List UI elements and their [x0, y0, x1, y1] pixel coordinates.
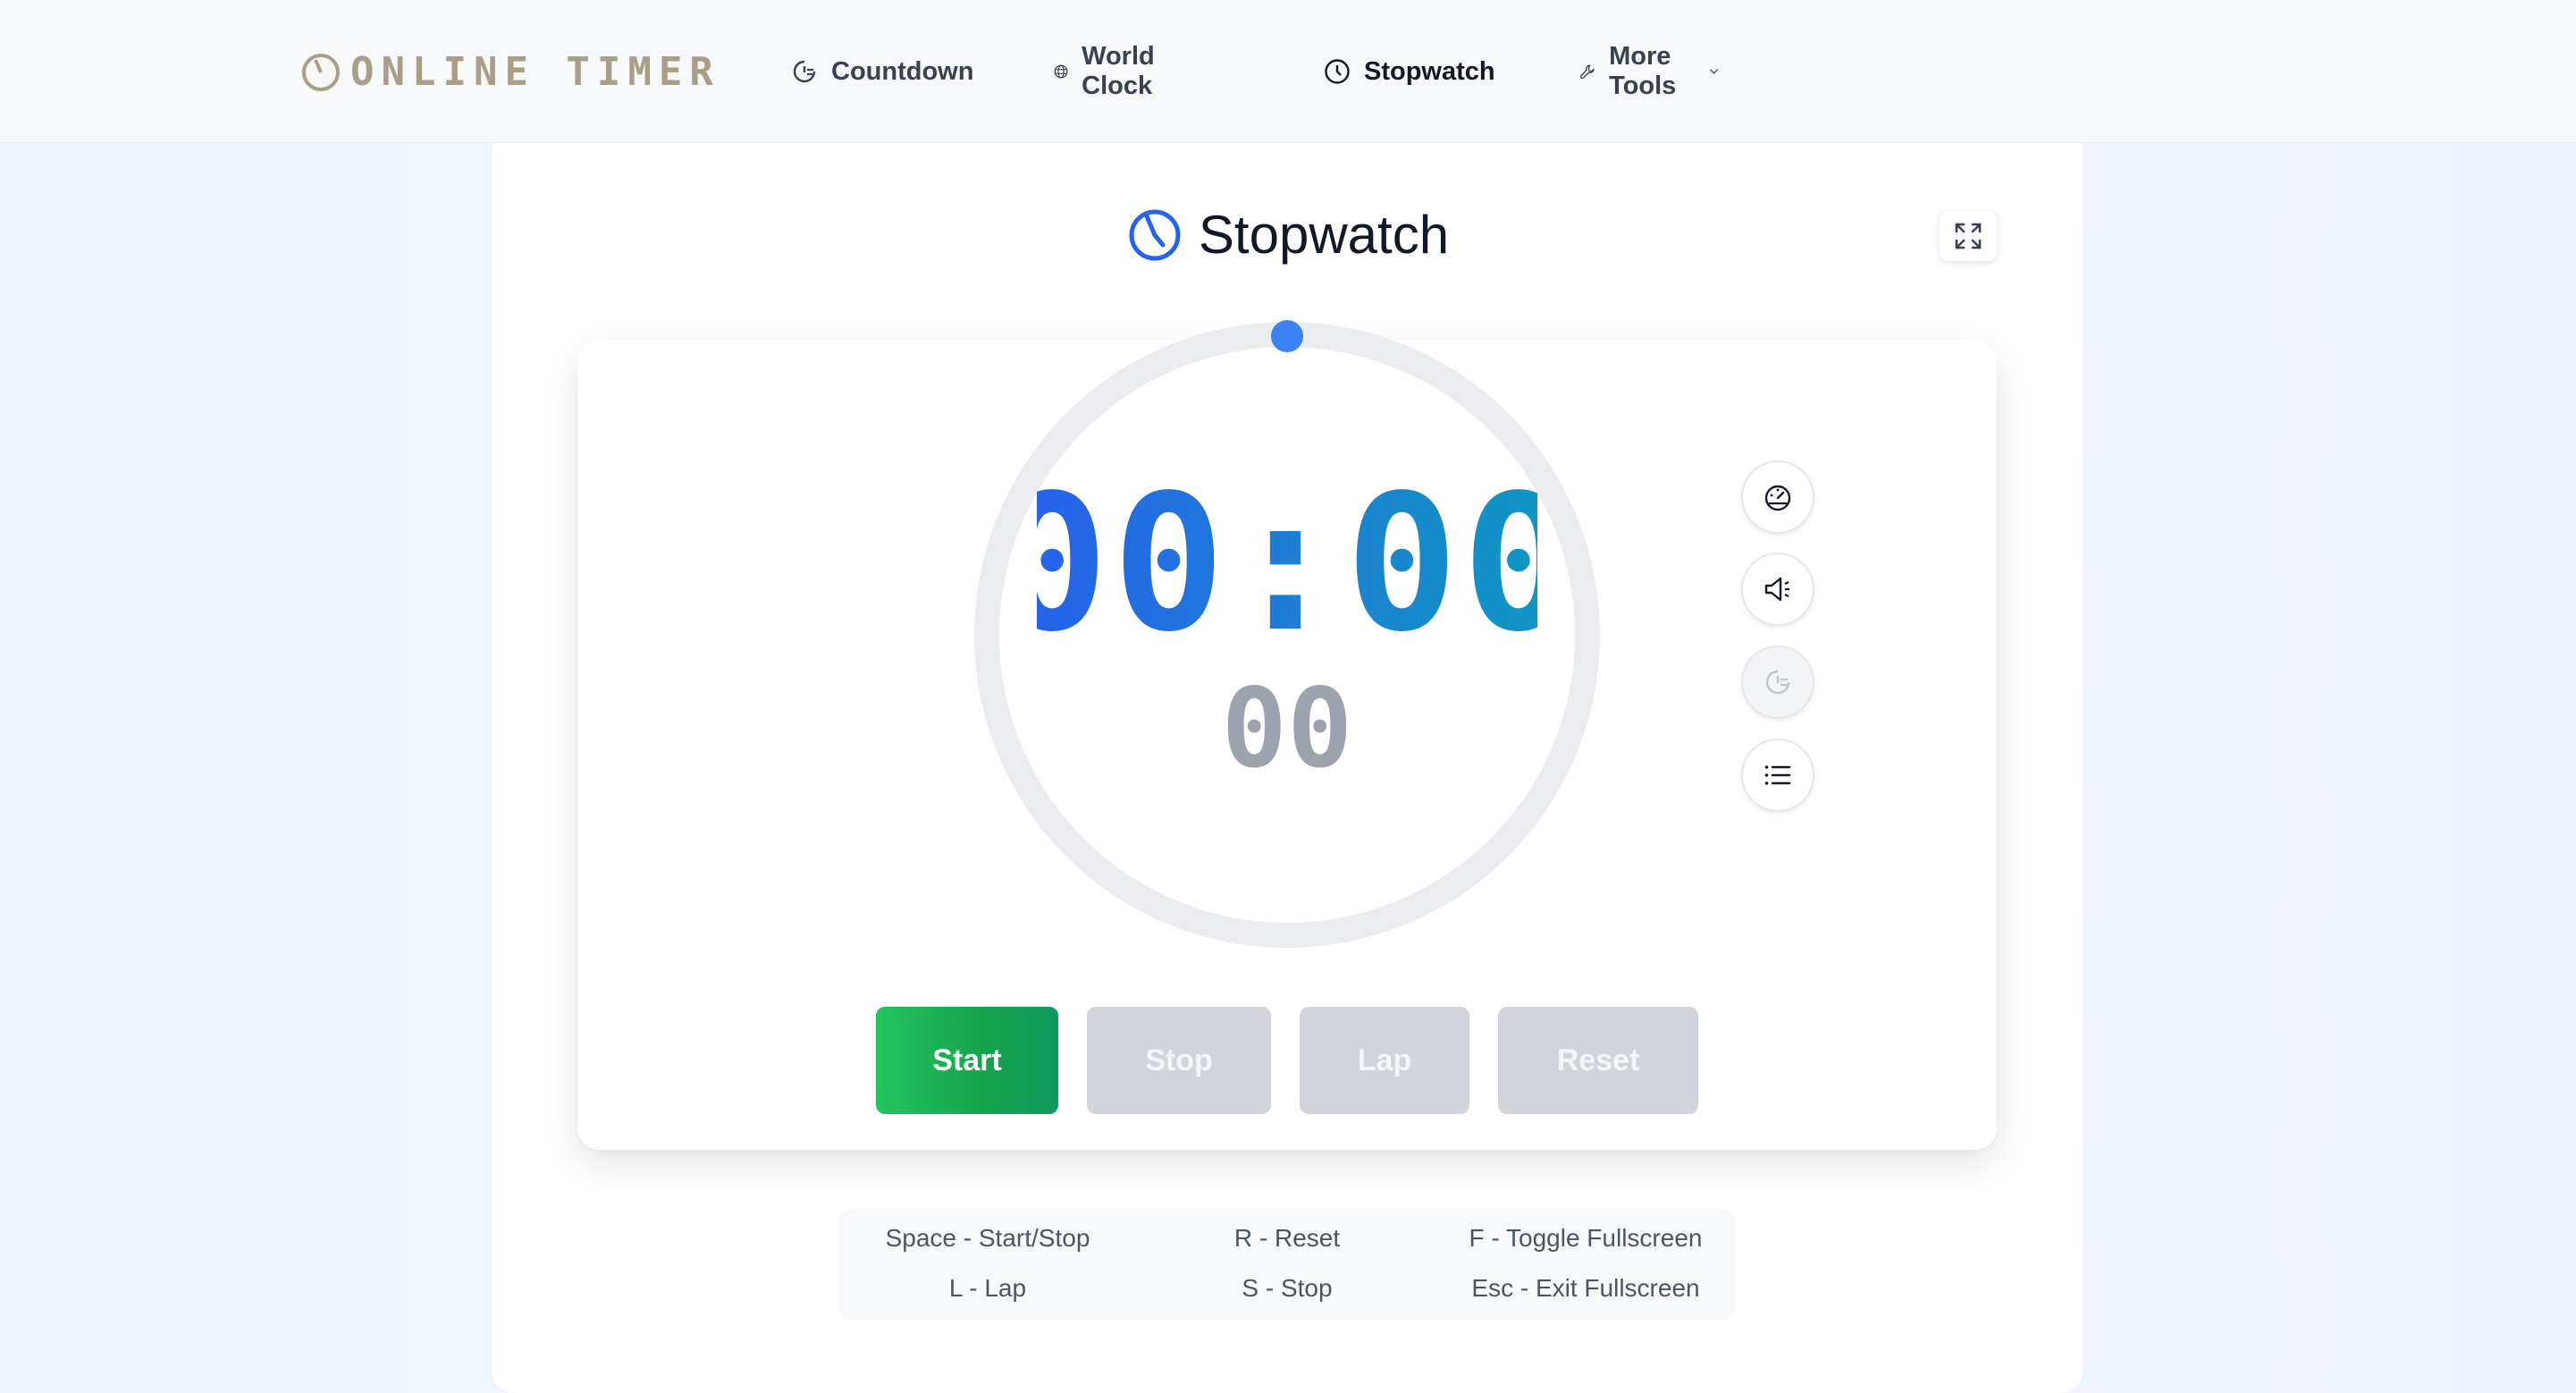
speed-button[interactable]: [1741, 460, 1814, 534]
shortcut-s: S - Stop: [1242, 1274, 1333, 1302]
speaker-icon: [1764, 577, 1789, 602]
nav-stopwatch-label: Stopwatch: [1364, 56, 1495, 86]
shortcut-l: L - Lap: [948, 1274, 1027, 1302]
nav-world-clock-label: World Clock: [1082, 42, 1155, 100]
countdown-icon: [1765, 670, 1790, 695]
shortcut-r: R - Reset: [1233, 1224, 1341, 1252]
progress-ring-knob[interactable]: [1271, 320, 1303, 352]
nav-countdown[interactable]: Countdown: [790, 50, 973, 93]
site-logo[interactable]: ONLINE TIMER: [300, 46, 720, 97]
nav-countdown-label: Countdown: [831, 56, 974, 86]
keyboard-shortcuts: Space - Start/Stop R - Reset F - Toggle …: [838, 1209, 1736, 1320]
site-header: ONLINE TIMER Countdown World Clock Stopw…: [0, 0, 2576, 143]
centiseconds-display: 00: [1221, 665, 1353, 792]
shortcut-f: F - Toggle Fullscreen: [1469, 1224, 1703, 1252]
speedometer-icon: [1764, 485, 1791, 511]
countdown-icon: [793, 60, 816, 83]
shortcut-space: Space - Start/Stop: [885, 1224, 1090, 1252]
fullscreen-button[interactable]: [1940, 211, 1997, 261]
nav-more-tools-label: More Tools: [1609, 42, 1677, 100]
laps-list-button[interactable]: [1741, 739, 1814, 812]
globe-icon: [1054, 64, 1068, 79]
chevron-down-icon: [1709, 69, 1719, 74]
stop-button[interactable]: Stop: [1087, 1007, 1271, 1114]
nav-more-tools[interactable]: More Tools: [1578, 42, 1721, 100]
clock-icon: [1325, 59, 1350, 84]
list-icon: [1764, 765, 1791, 785]
stopwatch-logo-icon: [302, 54, 340, 91]
page-title: Stopwatch: [0, 204, 2576, 266]
nav-stopwatch[interactable]: Stopwatch: [1323, 50, 1495, 93]
page-title-text: Stopwatch: [1198, 205, 1450, 265]
reset-button[interactable]: Reset: [1498, 1007, 1698, 1114]
wrench-icon: [1579, 64, 1595, 80]
nav-world-clock[interactable]: World Clock: [1053, 42, 1167, 100]
lap-button[interactable]: Lap: [1300, 1007, 1469, 1114]
shortcut-esc: Esc - Exit Fullscreen: [1471, 1274, 1700, 1302]
countdown-mode-button[interactable]: [1741, 646, 1814, 719]
expand-icon: [1955, 223, 1982, 249]
start-button[interactable]: Start: [876, 1007, 1058, 1114]
stopwatch-icon: [1129, 209, 1181, 260]
sound-button[interactable]: [1741, 553, 1814, 626]
main-time-display: 00:00: [995, 453, 1579, 673]
logo-text: ONLINE TIMER: [350, 48, 720, 95]
